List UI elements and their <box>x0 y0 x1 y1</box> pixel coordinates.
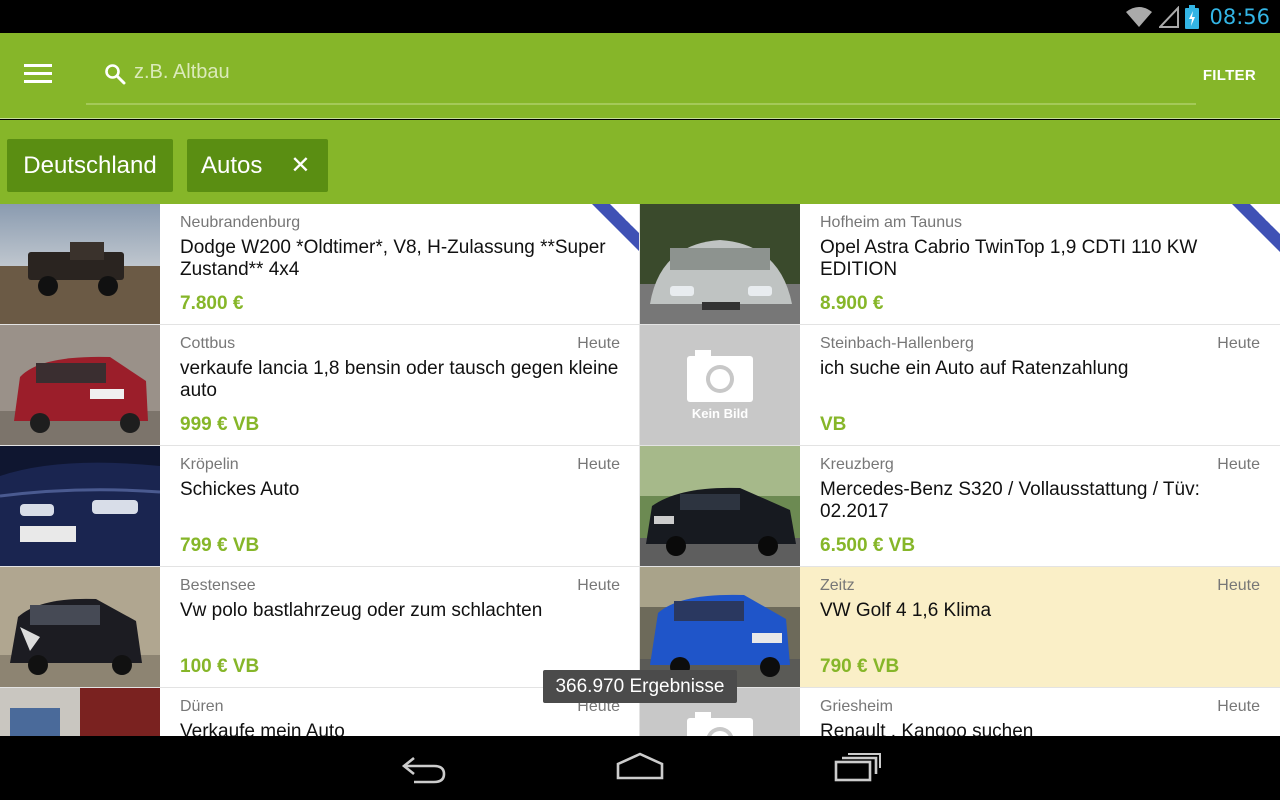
listing-location: Steinbach-Hallenberg <box>820 335 974 352</box>
listing-price: 790 € VB <box>820 656 900 677</box>
app-bar: FILTER <box>0 33 1280 119</box>
listing-card[interactable]: Kein Bild Steinbach-Hallenberg Heute ich… <box>640 325 1280 446</box>
listing-title: Opel Astra Cabrio TwinTop 1,9 CDTI 110 K… <box>820 237 1198 280</box>
listing-location: Zeitz <box>820 577 855 594</box>
listing-photo <box>0 446 160 566</box>
listing-card[interactable]: Hofheim am Taunus Opel Astra Cabrio Twin… <box>640 204 1280 325</box>
top-badge: TOP <box>592 204 640 252</box>
listing-location: Neubrandenburg <box>180 214 301 231</box>
signal-icon <box>1159 5 1180 28</box>
search-input[interactable] <box>134 55 1134 89</box>
menu-button[interactable] <box>20 59 56 91</box>
listing-location: Hofheim am Taunus <box>820 214 962 231</box>
listing-title: verkaufe lancia 1,8 bensin oder tausch g… <box>180 358 619 401</box>
listing-photo <box>640 446 800 566</box>
listing-photo <box>0 325 160 445</box>
search-icon <box>105 64 126 85</box>
listing-price: 7.800 € <box>180 293 244 314</box>
listing-date: Heute <box>1217 577 1260 594</box>
result-count-toast: 366.970 Ergebnisse <box>543 670 737 703</box>
listing-title: Verkaufe mein Auto <box>180 721 345 736</box>
chip-category[interactable]: Autos ✕ <box>187 139 328 192</box>
listing-price: 6.500 € VB <box>820 535 916 556</box>
close-icon[interactable]: ✕ <box>290 151 310 180</box>
listing-photo <box>0 688 160 736</box>
listing-location: Bestensee <box>180 577 256 594</box>
listing-card[interactable]: Neubrandenburg Dodge W200 *Oldtimer*, V8… <box>0 204 640 325</box>
listing-card[interactable]: Cottbus Heute verkaufe lancia 1,8 bensin… <box>0 325 640 446</box>
navigation-bar <box>0 736 1280 800</box>
listing-card[interactable]: Kreuzberg Heute Mercedes-Benz S320 / Vol… <box>640 446 1280 567</box>
no-image-placeholder: Kein Bild <box>640 325 800 445</box>
recent-apps-icon[interactable] <box>828 750 888 786</box>
camera-icon <box>687 349 753 402</box>
wifi-icon <box>1126 6 1153 27</box>
listing-location: Cottbus <box>180 335 236 352</box>
back-icon[interactable] <box>394 750 454 786</box>
listing-price: 999 € VB <box>180 414 260 435</box>
listing-title: Vw polo bastlahrzeug oder zum schlachten <box>180 600 543 621</box>
listing-photo <box>640 204 800 324</box>
listing-photo <box>640 567 800 687</box>
listing-title: VW Golf 4 1,6 Klima <box>820 600 992 621</box>
listing-location: Kröpelin <box>180 456 239 473</box>
listing-title: ich suche ein Auto auf Ratenzahlung <box>820 358 1129 379</box>
top-badge: TOP <box>1232 204 1280 252</box>
listing-title: Dodge W200 *Oldtimer*, V8, H-Zulassung *… <box>180 237 606 280</box>
chip-location[interactable]: Deutschland <box>7 139 173 192</box>
listing-price: 100 € VB <box>180 656 260 677</box>
chip-location-label: Deutschland <box>23 151 157 179</box>
status-icons: 08:56 <box>1125 0 1270 33</box>
listing-date: Heute <box>1217 335 1260 352</box>
listing-title: Schickes Auto <box>180 479 300 500</box>
listing-location: Düren <box>180 698 224 715</box>
listing-photo <box>0 567 160 687</box>
no-image-label: Kein Bild <box>691 405 749 421</box>
listing-title: Renault , Kangoo suchen <box>820 721 1034 736</box>
listing-price: 8.900 € <box>820 293 884 314</box>
listing-location: Griesheim <box>820 698 893 715</box>
hamburger-icon <box>24 64 52 67</box>
status-time: 08:56 <box>1209 4 1270 29</box>
listing-price: VB <box>820 414 847 435</box>
listing-date: Heute <box>577 577 620 594</box>
listing-date: Heute <box>1217 698 1260 715</box>
listing-grid: Neubrandenburg Dodge W200 *Oldtimer*, V8… <box>0 204 1280 736</box>
battery-icon <box>1185 4 1200 29</box>
listing-date: Heute <box>1217 456 1260 473</box>
listing-title: Mercedes-Benz S320 / Vollausstattung / T… <box>820 479 1200 522</box>
listing-photo <box>0 204 160 324</box>
home-icon[interactable] <box>610 750 670 786</box>
status-bar: 08:56 <box>0 0 1280 33</box>
chip-category-label: Autos <box>201 151 263 179</box>
filter-button[interactable]: FILTER <box>1203 67 1256 84</box>
search-bar[interactable] <box>86 47 1196 105</box>
listing-date: Heute <box>577 456 620 473</box>
listing-price: 799 € VB <box>180 535 260 556</box>
filter-chips-bar: Deutschland Autos ✕ <box>0 120 1280 204</box>
listing-date: Heute <box>577 335 620 352</box>
column-divider <box>639 204 640 736</box>
listing-card[interactable]: Kröpelin Heute Schickes Auto 799 € VB <box>0 446 640 567</box>
listing-location: Kreuzberg <box>820 456 894 473</box>
camera-icon <box>687 712 753 736</box>
